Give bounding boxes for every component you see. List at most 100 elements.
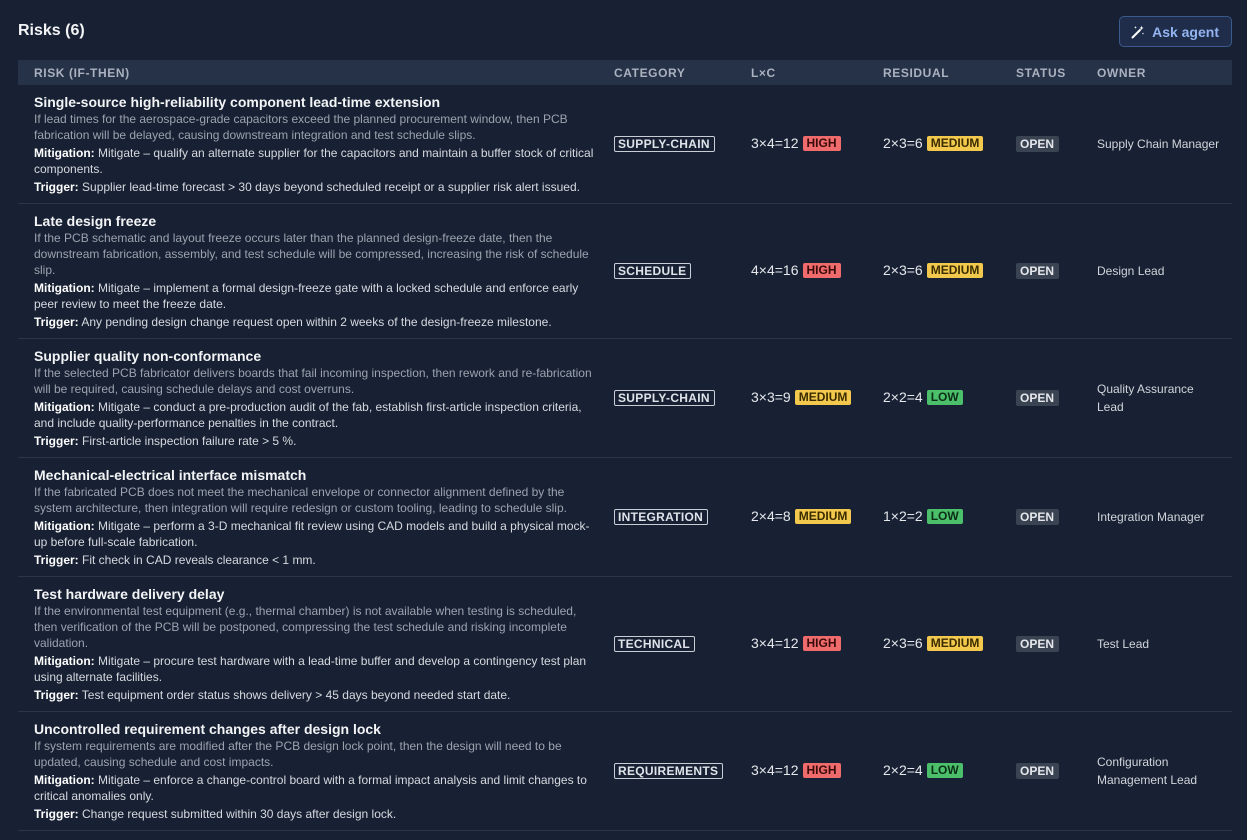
category-cell: REQUIREMENTS — [614, 762, 751, 780]
risk-title[interactable]: Single-source high-reliability component… — [34, 94, 600, 111]
status-cell: OPEN — [1016, 262, 1097, 280]
risk-cell: Late design freeze If the PCB schematic a… — [18, 205, 614, 338]
residual-cell: 2×3=6 MEDIUM — [883, 135, 1016, 153]
owner-name: Integration Manager — [1097, 510, 1205, 524]
risk-cell: Single-source high-reliability component… — [18, 86, 614, 203]
category-cell: SCHEDULE — [614, 262, 751, 280]
status-cell: OPEN — [1016, 762, 1097, 780]
trigger-text: Test equipment order status shows delive… — [81, 687, 511, 702]
lxc-cell: 2×4=8 MEDIUM — [751, 508, 883, 526]
trigger-text: Any pending design change request open w… — [81, 314, 552, 329]
owner-name: Design Lead — [1097, 264, 1165, 278]
lxc-cell: 3×4=12 HIGH — [751, 135, 883, 153]
trigger-label: Trigger: — [34, 314, 79, 329]
table-row[interactable]: Supplier quality non-conformance If the s… — [18, 339, 1232, 458]
ask-agent-label: Ask agent — [1152, 23, 1219, 40]
risk-trigger: Trigger: Test equipment order status sho… — [34, 687, 600, 703]
lxc-value: 3×4=12 — [751, 135, 799, 151]
column-header-owner[interactable]: OWNER — [1097, 66, 1232, 80]
category-badge: TECHNICAL — [614, 636, 696, 652]
risk-title[interactable]: Supplier quality non-conformance — [34, 348, 600, 365]
header: Risks (6) Ask agent — [18, 0, 1232, 60]
risk-trigger: Trigger: Fit check in CAD reveals cleara… — [34, 552, 600, 568]
risk-mitigation: Mitigation: Mitigate – perform a 3-D mec… — [34, 518, 600, 550]
trigger-text: Supplier lead-time forecast > 30 days be… — [82, 179, 580, 194]
lxc-value: 2×4=8 — [751, 508, 791, 524]
owner-cell: Design Lead — [1097, 262, 1232, 280]
mitigation-label: Mitigation: — [34, 518, 95, 533]
residual-cell: 2×3=6 MEDIUM — [883, 635, 1016, 653]
lxc-cell: 3×4=12 HIGH — [751, 762, 883, 780]
risk-title[interactable]: Test hardware delivery delay — [34, 586, 600, 603]
risk-description: If lead times for the aerospace-grade ca… — [34, 111, 568, 142]
page-title: Risks (6) — [18, 22, 85, 39]
category-badge: INTEGRATION — [614, 509, 709, 525]
lxc-level-badge: MEDIUM — [794, 389, 852, 405]
residual-cell: 1×2=2 LOW — [883, 508, 1016, 526]
table-row[interactable]: Uncontrolled requirement changes after d… — [18, 712, 1232, 831]
risk-title[interactable]: Mechanical-electrical interface mismatch — [34, 467, 600, 484]
column-header-status[interactable]: STATUS — [1016, 66, 1097, 80]
risk-cell: Mechanical-electrical interface mismatch… — [18, 459, 614, 576]
risk-trigger: Trigger: Supplier lead-time forecast > 3… — [34, 179, 600, 195]
mitigation-label: Mitigation: — [34, 772, 95, 787]
column-header-lxc[interactable]: L×C — [751, 66, 883, 80]
residual-level-badge: MEDIUM — [926, 635, 984, 651]
mitigation-text: Mitigate – conduct a pre-production audi… — [34, 399, 582, 430]
lxc-score: 3×4=12 HIGH — [751, 762, 841, 778]
owner-cell: Supply Chain Manager — [1097, 135, 1232, 153]
lxc-level-badge: HIGH — [802, 262, 841, 278]
residual-value: 1×2=2 — [883, 508, 923, 524]
owner-name: Configuration Management Lead — [1097, 755, 1198, 787]
risk-title[interactable]: Uncontrolled requirement changes after d… — [34, 721, 600, 738]
column-header-category[interactable]: CATEGORY — [614, 66, 751, 80]
trigger-text: Fit check in CAD reveals clearance < 1 m… — [82, 552, 316, 567]
column-header-risk[interactable]: RISK (IF-THEN) — [18, 66, 614, 80]
mitigation-text: Mitigate – enforce a change-control boar… — [34, 772, 587, 803]
lxc-cell: 3×4=12 HIGH — [751, 635, 883, 653]
lxc-cell: 4×4=16 HIGH — [751, 262, 883, 280]
table-row[interactable]: Mechanical-electrical interface mismatch… — [18, 458, 1232, 577]
trigger-text: First-article inspection failure rate > … — [82, 433, 297, 448]
lxc-level-badge: MEDIUM — [794, 508, 852, 524]
owner-cell: Configuration Management Lead — [1097, 753, 1232, 789]
status-cell: OPEN — [1016, 508, 1097, 526]
residual-score: 2×3=6 MEDIUM — [883, 635, 984, 651]
status-badge: OPEN — [1016, 636, 1060, 652]
table-row[interactable]: Test hardware delivery delay If the envir… — [18, 577, 1232, 712]
lxc-value: 3×4=12 — [751, 762, 799, 778]
table-row[interactable]: Single-source high-reliability component… — [18, 85, 1232, 204]
owner-cell: Integration Manager — [1097, 508, 1232, 526]
magic-wand-icon — [1131, 25, 1145, 39]
risk-cell: Uncontrolled requirement changes after d… — [18, 713, 614, 830]
risk-trigger: Trigger: Change request submitted within… — [34, 806, 600, 822]
ask-agent-button[interactable]: Ask agent — [1119, 16, 1232, 47]
residual-score: 2×2=4 LOW — [883, 389, 963, 405]
column-header-residual[interactable]: RESIDUAL — [883, 66, 1016, 80]
risk-mitigation: Mitigation: Mitigate – qualify an altern… — [34, 145, 600, 177]
category-badge: SUPPLY-CHAIN — [614, 390, 715, 406]
status-cell: OPEN — [1016, 135, 1097, 153]
residual-score: 2×2=4 LOW — [883, 762, 963, 778]
residual-cell: 2×2=4 LOW — [883, 389, 1016, 407]
category-cell: SUPPLY-CHAIN — [614, 389, 751, 407]
owner-name: Quality Assurance Lead — [1097, 382, 1194, 414]
lxc-value: 3×3=9 — [751, 389, 791, 405]
table-row[interactable]: Late design freeze If the PCB schematic a… — [18, 204, 1232, 339]
risk-title[interactable]: Late design freeze — [34, 213, 600, 230]
risk-description: If system requirements are modified afte… — [34, 738, 562, 769]
risk-mitigation: Mitigation: Mitigate – enforce a change-… — [34, 772, 600, 804]
risk-trigger: Trigger: First-article inspection failur… — [34, 433, 600, 449]
residual-value: 2×3=6 — [883, 135, 923, 151]
status-badge: OPEN — [1016, 136, 1060, 152]
status-cell: OPEN — [1016, 635, 1097, 653]
mitigation-text: Mitigate – implement a formal design-fre… — [34, 280, 579, 311]
residual-level-badge: MEDIUM — [926, 135, 984, 151]
trigger-label: Trigger: — [34, 179, 79, 194]
lxc-score: 3×4=12 HIGH — [751, 135, 841, 151]
residual-score: 2×3=6 MEDIUM — [883, 262, 984, 278]
table-header: RISK (IF-THEN) CATEGORY L×C RESIDUAL STA… — [18, 60, 1232, 85]
category-cell: SUPPLY-CHAIN — [614, 135, 751, 153]
lxc-value: 3×4=12 — [751, 635, 799, 651]
trigger-label: Trigger: — [34, 552, 79, 567]
